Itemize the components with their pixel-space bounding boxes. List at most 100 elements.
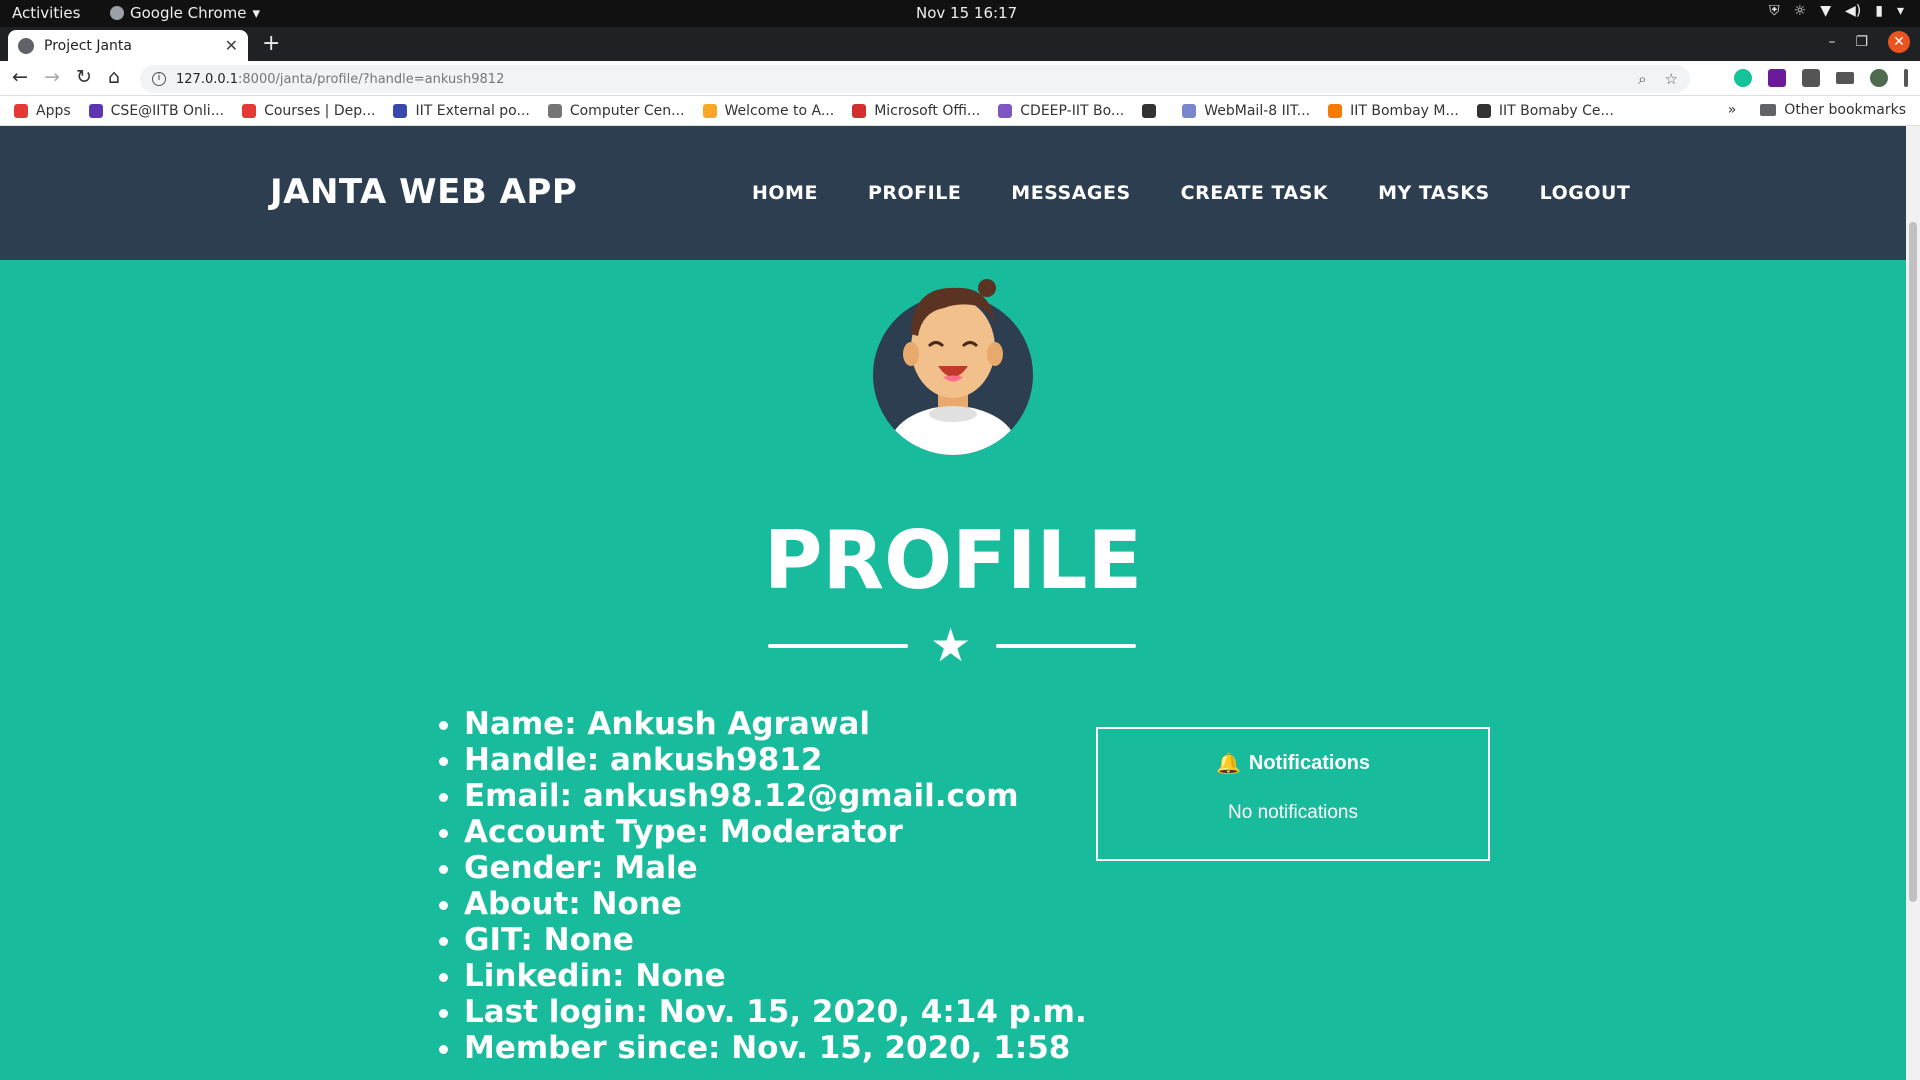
bookmark-label: CDEEP-IIT Bo...: [1020, 102, 1125, 119]
close-tab-icon[interactable]: ✕: [225, 36, 238, 55]
wifi-icon: ▼: [1820, 3, 1832, 19]
web-page: JANTA WEB APP HOME PROFILE MESSAGES CREA…: [0, 126, 1906, 1080]
detail-gender: Gender: Male: [464, 850, 1087, 886]
nav-messages[interactable]: MESSAGES: [1011, 182, 1130, 204]
bookmark-favicon-icon: [14, 103, 28, 118]
bookmark-favicon-icon: [1182, 103, 1197, 118]
browser-tab[interactable]: Project Janta ✕: [8, 30, 248, 61]
puzzle-extensions-icon[interactable]: [1802, 69, 1820, 87]
close-window-icon[interactable]: ✕: [1888, 31, 1910, 53]
other-bookmarks-label: Other bookmarks: [1784, 102, 1906, 118]
site-brand[interactable]: JANTA WEB APP: [270, 172, 577, 212]
bookmarks-bar: Apps CSE@IITB Onli... Courses | Dep... IIT …: [0, 96, 1920, 126]
nav-home[interactable]: HOME: [752, 182, 818, 204]
scrollbar-thumb[interactable]: [1909, 222, 1917, 902]
divider-line-left: [768, 644, 908, 648]
battery-icon: ▮: [1875, 3, 1883, 19]
nav-profile[interactable]: PROFILE: [868, 182, 961, 204]
bookmark-star-icon[interactable]: ☆: [1665, 70, 1678, 88]
brightness-icon: ☼: [1793, 3, 1807, 19]
bookmark-item[interactable]: Courses | Dep...: [242, 103, 375, 119]
grammarly-extension-icon[interactable]: [1734, 69, 1752, 87]
browser-toolbar: ← → ↻ ⌂ i 127.0.0.1:8000/janta/profile/?…: [0, 61, 1920, 96]
bell-icon: 🔔: [1215, 753, 1241, 775]
more-bookmarks-icon[interactable]: »: [1728, 102, 1737, 118]
profile-avatar-icon[interactable]: [1870, 69, 1888, 87]
profile-avatar: [873, 279, 1033, 455]
chrome-menu-icon[interactable]: [1904, 69, 1908, 87]
site-info-icon[interactable]: i: [152, 72, 166, 86]
chrome-icon: [110, 6, 124, 20]
divider-line-right: [996, 644, 1136, 648]
restore-icon[interactable]: ❐: [1855, 34, 1868, 50]
bookmark-item[interactable]: IIT Bombay M...: [1328, 103, 1459, 119]
volume-icon: ◀): [1845, 3, 1862, 19]
nav-logout[interactable]: LOGOUT: [1540, 182, 1631, 204]
bookmark-favicon-icon: [702, 103, 717, 118]
bookmark-label: Courses | Dep...: [264, 102, 376, 119]
activities-button[interactable]: Activities: [12, 4, 80, 22]
address-bar[interactable]: i 127.0.0.1:8000/janta/profile/?handle=a…: [140, 65, 1690, 93]
bookmark-item[interactable]: [1142, 103, 1164, 118]
bookmark-item[interactable]: Apps: [14, 103, 71, 119]
bookmark-label: WebMail-8 IIT...: [1204, 102, 1311, 119]
bookmark-favicon-icon: [242, 103, 257, 118]
detail-email: Email: ankush98.12@gmail.com: [464, 778, 1087, 814]
notifications-empty-text: No notifications: [1228, 802, 1358, 823]
shield-icon: ⛨: [1769, 3, 1780, 19]
bookmark-favicon-icon: [393, 103, 408, 118]
notifications-title: Notifications: [1248, 752, 1371, 774]
home-icon[interactable]: ⌂: [108, 66, 120, 88]
tab-strip: Project Janta ✕ + – ❐ ✕: [0, 27, 1920, 61]
bookmark-item[interactable]: WebMail-8 IIT...: [1182, 103, 1310, 119]
star-icon: ★: [930, 618, 972, 672]
bookmark-label: IIT Bombay M...: [1350, 102, 1459, 119]
globe-icon: [18, 37, 34, 54]
site-navbar: JANTA WEB APP HOME PROFILE MESSAGES CREA…: [0, 126, 1906, 260]
forward-icon[interactable]: →: [44, 66, 60, 88]
bookmark-item[interactable]: CDEEP-IIT Bo...: [998, 103, 1124, 119]
minimize-icon[interactable]: –: [1828, 34, 1835, 50]
bookmark-item[interactable]: Microsoft Offi...: [852, 103, 980, 119]
notifications-header: 🔔 Notifications: [1098, 751, 1488, 776]
bookmark-item[interactable]: CSE@IITB Onli...: [88, 103, 224, 119]
app-menu-label: Google Chrome: [130, 4, 247, 22]
bookmark-item[interactable]: IIT External po...: [393, 102, 530, 119]
bookmark-favicon-icon: [1476, 103, 1491, 118]
screen-extension-icon[interactable]: [1768, 69, 1786, 87]
system-menu-chevron-icon: ▾: [1896, 3, 1904, 19]
zoom-icon[interactable]: ⌕: [1638, 70, 1646, 88]
bookmark-label: Apps: [36, 102, 71, 119]
nav-my-tasks[interactable]: MY TASKS: [1378, 182, 1490, 204]
url-path: :8000/janta/profile/?handle=ankush9812: [238, 71, 505, 87]
folder-icon: [1760, 104, 1777, 116]
reading-list-icon[interactable]: [1836, 72, 1854, 84]
detail-last-login: Last login: Nov. 15, 2020, 4:14 p.m.: [464, 994, 1087, 1030]
bookmark-favicon-icon: [547, 103, 562, 118]
new-tab-icon[interactable]: +: [262, 31, 280, 56]
bookmark-item[interactable]: IIT Bomaby Ce...: [1476, 103, 1614, 119]
page-title: PROFILE: [763, 514, 1143, 607]
bookmark-favicon-icon: [1328, 103, 1343, 118]
bookmark-label: IIT External po...: [415, 102, 530, 119]
other-bookmarks[interactable]: Other bookmarks: [1760, 102, 1906, 118]
app-menu[interactable]: Google Chrome ▾: [110, 4, 260, 22]
detail-handle: Handle: ankush9812: [464, 742, 1087, 778]
window-controls: – ❐ ✕: [1828, 31, 1910, 53]
star-divider: ★: [768, 618, 1136, 674]
system-tray[interactable]: ⛨ ☼ ▼ ◀) ▮ ▾: [1769, 3, 1904, 19]
bookmark-favicon-icon: [88, 103, 103, 118]
page-scrollbar[interactable]: [1906, 126, 1920, 1080]
back-icon[interactable]: ←: [12, 66, 28, 88]
url-host: 127.0.0.1: [176, 71, 239, 87]
nav-links: HOME PROFILE MESSAGES CREATE TASK MY TAS…: [752, 182, 1630, 204]
detail-name: Name: Ankush Agrawal: [464, 706, 1087, 742]
clock[interactable]: Nov 15 16:17: [916, 4, 1017, 22]
nav-create-task[interactable]: CREATE TASK: [1181, 182, 1328, 204]
bookmark-favicon-icon: [998, 103, 1013, 118]
bookmark-item[interactable]: Welcome to A...: [702, 103, 834, 119]
bookmark-item[interactable]: Computer Cen...: [547, 103, 685, 119]
detail-git: GIT: None: [464, 922, 1087, 958]
bookmark-label: Microsoft Offi...: [874, 102, 981, 119]
reload-icon[interactable]: ↻: [76, 66, 92, 88]
